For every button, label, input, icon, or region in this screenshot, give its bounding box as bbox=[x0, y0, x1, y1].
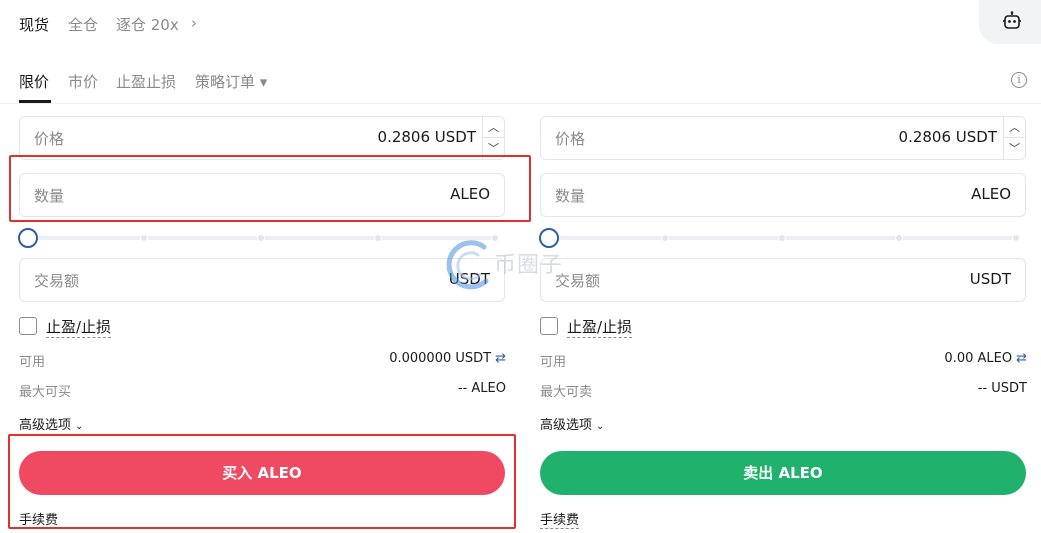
tpsl-checkbox[interactable] bbox=[19, 317, 37, 335]
price-stepper[interactable]: ︿ ﹀ bbox=[482, 117, 504, 159]
tpsl-label[interactable]: 止盈/止损 bbox=[46, 316, 112, 338]
buy-available-row: 可用 0.000000 USDT ⇄ bbox=[19, 351, 506, 370]
sell-quantity-field[interactable]: 数量 ALEO bbox=[540, 173, 1026, 217]
chevron-down-icon: ⌄ bbox=[75, 421, 84, 432]
watermark-swirl-icon bbox=[446, 240, 489, 290]
chevron-up-icon[interactable]: ︿ bbox=[1004, 117, 1025, 138]
buy-amount-slider[interactable] bbox=[18, 227, 506, 249]
sell-button[interactable]: 卖出 ALEO bbox=[540, 451, 1026, 495]
chevron-down-icon[interactable]: ﹀ bbox=[1004, 138, 1025, 159]
transfer-icon[interactable]: ⇄ bbox=[495, 351, 506, 366]
available-value: 0.00 ALEO ⇄ bbox=[944, 351, 1027, 366]
slider-thumb[interactable] bbox=[18, 228, 38, 248]
max-sell-label: 最大可卖 bbox=[540, 385, 593, 400]
watermark-text: 币圈子 bbox=[494, 253, 564, 278]
price-stepper[interactable]: ︿ ﹀ bbox=[1003, 117, 1025, 159]
total-unit: USDT bbox=[969, 270, 1011, 288]
available-amount: 0.000000 USDT bbox=[389, 351, 492, 366]
fee-label[interactable]: 手续费 bbox=[540, 509, 580, 529]
tpsl-label[interactable]: 止盈/止损 bbox=[567, 316, 633, 338]
advanced-options-toggle[interactable]: 高级选项 ⌄ bbox=[19, 414, 83, 433]
slider-mark-100[interactable] bbox=[1012, 234, 1020, 242]
sell-total-field[interactable]: 交易额 USDT bbox=[540, 258, 1026, 302]
watermark-logo: 币圈子 bbox=[444, 237, 604, 293]
sell-max-row: 最大可卖 -- USDT bbox=[540, 381, 1027, 400]
advanced-options-label: 高级选项 bbox=[19, 418, 72, 433]
buy-max-row: 最大可买 -- ALEO bbox=[19, 381, 506, 400]
quantity-unit: ALEO bbox=[971, 185, 1011, 203]
advanced-options-toggle[interactable]: 高级选项 ⌄ bbox=[540, 414, 604, 433]
max-buy-value: -- ALEO bbox=[457, 381, 506, 396]
slider-mark-50[interactable] bbox=[257, 234, 265, 242]
tpsl-checkbox[interactable] bbox=[540, 317, 558, 335]
sell-amount-slider[interactable] bbox=[539, 227, 1027, 249]
slider-mark-50[interactable] bbox=[778, 234, 786, 242]
available-amount: 0.00 ALEO bbox=[944, 351, 1013, 366]
chevron-up-icon[interactable]: ︿ bbox=[483, 117, 504, 138]
highlight-quantity-box bbox=[9, 155, 531, 222]
slider-mark-25[interactable] bbox=[661, 234, 669, 242]
advanced-options-label: 高级选项 bbox=[540, 418, 593, 433]
slider-mark-75[interactable] bbox=[374, 234, 382, 242]
sell-panel: 价格 0.2806 USDT ︿ ﹀ 数量 ALEO 交易额 USDT 止盈/止… bbox=[539, 0, 1027, 533]
buy-price-field[interactable]: 价格 0.2806 USDT ︿ ﹀ bbox=[19, 116, 505, 160]
price-label: 价格 bbox=[555, 130, 586, 148]
quantity-label: 数量 bbox=[555, 187, 586, 205]
total-label: 交易额 bbox=[34, 272, 80, 290]
slider-mark-25[interactable] bbox=[140, 234, 148, 242]
price-value[interactable]: 0.2806 USDT bbox=[899, 128, 997, 146]
available-label: 可用 bbox=[19, 355, 46, 370]
slider-mark-75[interactable] bbox=[895, 234, 903, 242]
price-label: 价格 bbox=[34, 130, 65, 148]
sell-price-field[interactable]: 价格 0.2806 USDT ︿ ﹀ bbox=[540, 116, 1026, 160]
max-buy-label: 最大可买 bbox=[19, 385, 72, 400]
sell-available-row: 可用 0.00 ALEO ⇄ bbox=[540, 351, 1027, 370]
highlight-buy-button-box bbox=[8, 434, 516, 529]
price-value[interactable]: 0.2806 USDT bbox=[378, 128, 476, 146]
chevron-down-icon: ⌄ bbox=[596, 421, 605, 432]
available-label: 可用 bbox=[540, 355, 567, 370]
buy-total-field[interactable]: 交易额 USDT bbox=[19, 258, 505, 302]
transfer-icon[interactable]: ⇄ bbox=[1016, 351, 1027, 366]
max-sell-value: -- USDT bbox=[977, 381, 1027, 396]
available-value: 0.000000 USDT ⇄ bbox=[389, 351, 506, 366]
